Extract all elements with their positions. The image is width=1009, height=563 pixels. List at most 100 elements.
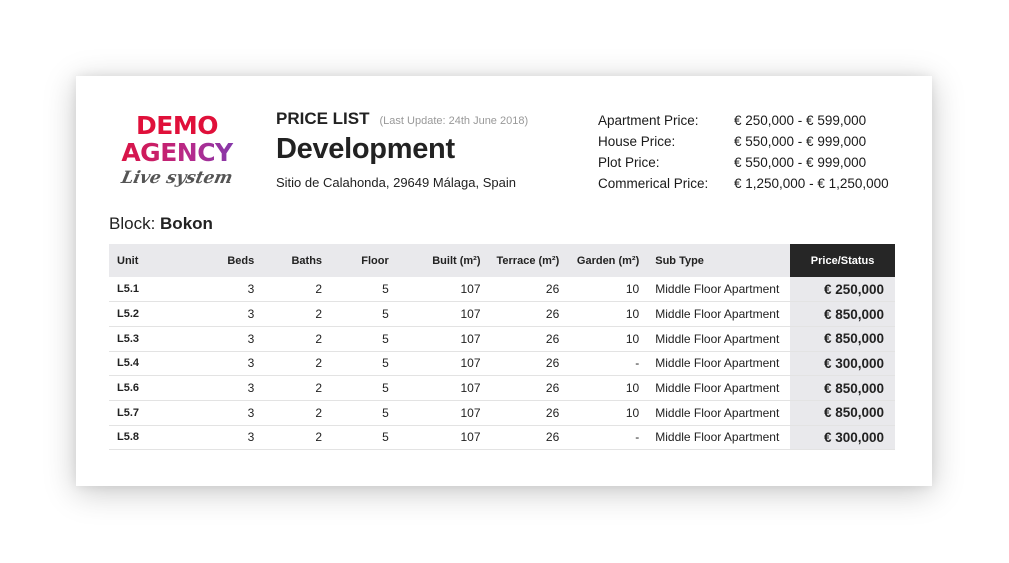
cell-price: € 850,000 bbox=[790, 326, 895, 352]
cell-baths: 2 bbox=[262, 326, 331, 352]
price-label: Plot Price: bbox=[598, 155, 660, 170]
units-table: Unit Beds Baths Floor Built (m²) Terrace… bbox=[109, 244, 895, 451]
cell-built: 107 bbox=[396, 425, 489, 451]
cell-price: € 850,000 bbox=[790, 375, 895, 401]
cell-garden: 10 bbox=[567, 375, 648, 401]
cell-subtype: Middle Floor Apartment bbox=[647, 301, 791, 327]
cell-floor: 5 bbox=[330, 351, 397, 377]
cell-beds: 3 bbox=[186, 375, 263, 401]
cell-price: € 250,000 bbox=[790, 277, 895, 303]
price-value: € 250,000 - € 599,000 bbox=[734, 113, 867, 128]
table-row[interactable]: L5.4 3 2 5 107 26 - Middle Floor Apartme… bbox=[109, 351, 895, 377]
cell-subtype: Middle Floor Apartment bbox=[647, 400, 791, 426]
cell-garden: 10 bbox=[567, 326, 648, 352]
price-row-apartment: Apartment Price: € 250,000 - € 599,000 bbox=[598, 110, 908, 131]
cell-terrace: 26 bbox=[488, 277, 568, 303]
table-row[interactable]: L5.3 3 2 5 107 26 10 Middle Floor Apartm… bbox=[109, 326, 895, 352]
cell-unit: L5.3 bbox=[109, 326, 187, 352]
logo-line-1: DEMO bbox=[136, 111, 218, 140]
table-row[interactable]: L5.2 3 2 5 107 26 10 Middle Floor Apartm… bbox=[109, 301, 895, 327]
development-name: Development bbox=[276, 133, 455, 165]
cell-built: 107 bbox=[396, 375, 489, 401]
agency-logo: DEMO AGENCY Live system bbox=[112, 112, 242, 192]
col-subtype[interactable]: Sub Type bbox=[647, 244, 791, 277]
cell-beds: 3 bbox=[186, 400, 263, 426]
development-address: Sitio de Calahonda, 29649 Málaga, Spain bbox=[276, 175, 516, 190]
col-baths[interactable]: Baths bbox=[262, 244, 331, 277]
cell-floor: 5 bbox=[330, 375, 397, 401]
cell-built: 107 bbox=[396, 326, 489, 352]
cell-subtype: Middle Floor Apartment bbox=[647, 351, 791, 377]
cell-beds: 3 bbox=[186, 351, 263, 377]
cell-unit: L5.2 bbox=[109, 301, 187, 327]
block-title: Block: Bokon bbox=[109, 214, 213, 234]
cell-baths: 2 bbox=[262, 425, 331, 451]
col-garden[interactable]: Garden (m²) bbox=[567, 244, 648, 277]
cell-floor: 5 bbox=[330, 400, 397, 426]
cell-baths: 2 bbox=[262, 400, 331, 426]
cell-baths: 2 bbox=[262, 351, 331, 377]
col-terrace[interactable]: Terrace (m²) bbox=[488, 244, 568, 277]
cell-unit: L5.6 bbox=[109, 375, 187, 401]
cell-unit: L5.1 bbox=[109, 277, 187, 303]
cell-price: € 300,000 bbox=[790, 425, 895, 451]
price-row-commercial: Commerical Price: € 1,250,000 - € 1,250,… bbox=[598, 173, 908, 194]
block-name: Bokon bbox=[160, 214, 213, 233]
cell-terrace: 26 bbox=[488, 301, 568, 327]
cell-floor: 5 bbox=[330, 425, 397, 451]
cell-subtype: Middle Floor Apartment bbox=[647, 375, 791, 401]
table-row[interactable]: L5.6 3 2 5 107 26 10 Middle Floor Apartm… bbox=[109, 375, 895, 401]
logo-tagline: Live system bbox=[119, 168, 235, 188]
cell-beds: 3 bbox=[186, 301, 263, 327]
col-built[interactable]: Built (m²) bbox=[396, 244, 489, 277]
cell-baths: 2 bbox=[262, 277, 331, 303]
cell-unit: L5.8 bbox=[109, 425, 187, 451]
cell-garden: 10 bbox=[567, 400, 648, 426]
cell-beds: 3 bbox=[186, 326, 263, 352]
title-block: PRICE LIST (Last Update: 24th June 2018)… bbox=[276, 109, 576, 190]
cell-unit: L5.4 bbox=[109, 351, 187, 377]
cell-terrace: 26 bbox=[488, 400, 568, 426]
col-beds[interactable]: Beds bbox=[186, 244, 263, 277]
cell-price: € 300,000 bbox=[790, 351, 895, 377]
price-value: € 1,250,000 - € 1,250,000 bbox=[734, 176, 889, 191]
price-label: House Price: bbox=[598, 134, 676, 149]
cell-terrace: 26 bbox=[488, 351, 568, 377]
table-row[interactable]: L5.7 3 2 5 107 26 10 Middle Floor Apartm… bbox=[109, 400, 895, 426]
cell-garden: - bbox=[567, 351, 648, 377]
cell-terrace: 26 bbox=[488, 375, 568, 401]
last-update: (Last Update: 24th June 2018) bbox=[379, 115, 529, 127]
price-value: € 550,000 - € 999,000 bbox=[734, 155, 867, 170]
price-row-plot: Plot Price: € 550,000 - € 999,000 bbox=[598, 152, 908, 173]
price-label: Commerical Price: bbox=[598, 176, 709, 191]
cell-subtype: Middle Floor Apartment bbox=[647, 277, 791, 303]
cell-terrace: 26 bbox=[488, 425, 568, 451]
cell-beds: 3 bbox=[186, 277, 263, 303]
cell-garden: 10 bbox=[567, 301, 648, 327]
price-list-card: DEMO AGENCY Live system PRICE LIST (Last… bbox=[76, 76, 932, 486]
table-row[interactable]: L5.8 3 2 5 107 26 - Middle Floor Apartme… bbox=[109, 425, 895, 451]
price-label: Apartment Price: bbox=[598, 113, 699, 128]
cell-floor: 5 bbox=[330, 326, 397, 352]
cell-unit: L5.7 bbox=[109, 400, 187, 426]
price-row-house: House Price: € 550,000 - € 999,000 bbox=[598, 131, 908, 152]
block-label: Block: bbox=[109, 214, 156, 233]
cell-built: 107 bbox=[396, 301, 489, 327]
price-value: € 550,000 - € 999,000 bbox=[734, 134, 867, 149]
col-price-status[interactable]: Price/Status bbox=[790, 244, 895, 277]
cell-built: 107 bbox=[396, 277, 489, 303]
col-unit[interactable]: Unit bbox=[109, 244, 187, 277]
col-floor[interactable]: Floor bbox=[330, 244, 397, 277]
cell-garden: 10 bbox=[567, 277, 648, 303]
table-header-row: Unit Beds Baths Floor Built (m²) Terrace… bbox=[109, 244, 895, 277]
cell-subtype: Middle Floor Apartment bbox=[647, 425, 791, 451]
table-row[interactable]: L5.1 3 2 5 107 26 10 Middle Floor Apartm… bbox=[109, 277, 895, 303]
cell-price: € 850,000 bbox=[790, 400, 895, 426]
price-list-label: PRICE LIST bbox=[276, 109, 370, 128]
cell-terrace: 26 bbox=[488, 326, 568, 352]
logo-line-2: AGENCY bbox=[112, 139, 242, 166]
cell-floor: 5 bbox=[330, 277, 397, 303]
cell-baths: 2 bbox=[262, 375, 331, 401]
price-ranges: Apartment Price: € 250,000 - € 599,000 H… bbox=[598, 110, 908, 194]
cell-floor: 5 bbox=[330, 301, 397, 327]
